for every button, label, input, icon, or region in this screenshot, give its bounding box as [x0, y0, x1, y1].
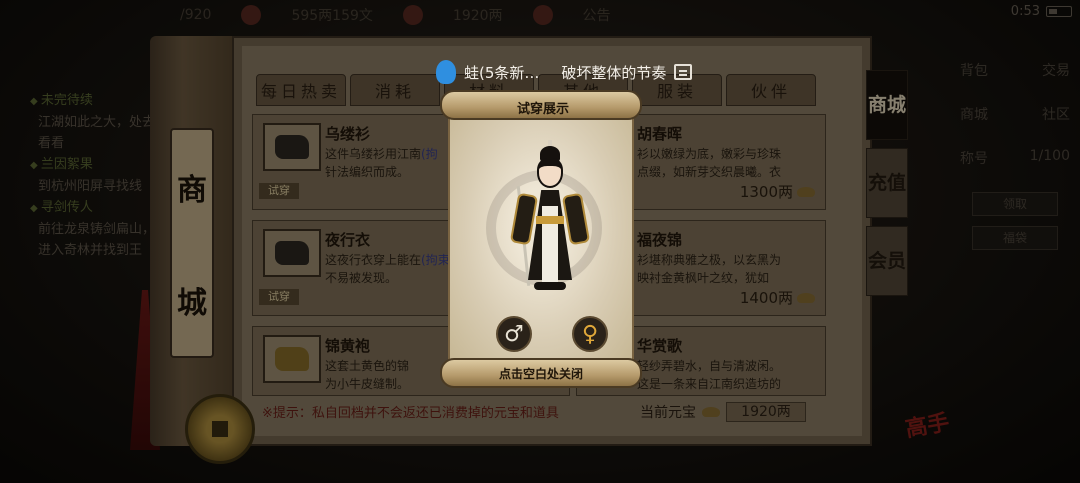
chat-message: 破坏整体的节奏 [561, 63, 667, 82]
modal-title: 试穿展示 [516, 102, 569, 117]
close-hint[interactable]: 点击空白处关闭 [440, 365, 642, 382]
male-gender-button[interactable]: ♂ [496, 316, 532, 352]
scroll-top-roll: 试穿展示 [440, 90, 642, 120]
female-gender-button[interactable]: ♀ [572, 316, 608, 352]
chat-sender: 蛙(5条新… [464, 63, 540, 82]
chat-bar[interactable]: 蛙(5条新… 破坏整体的节奏 [436, 58, 716, 86]
character-preview [509, 140, 591, 326]
try-on-modal: ♂ ♀ 试穿展示 点击空白处关闭 [440, 90, 642, 390]
chat-message-icon[interactable] [674, 64, 693, 80]
scroll-paper: ♂ ♀ [448, 116, 634, 362]
qq-penguin-icon [436, 60, 456, 84]
